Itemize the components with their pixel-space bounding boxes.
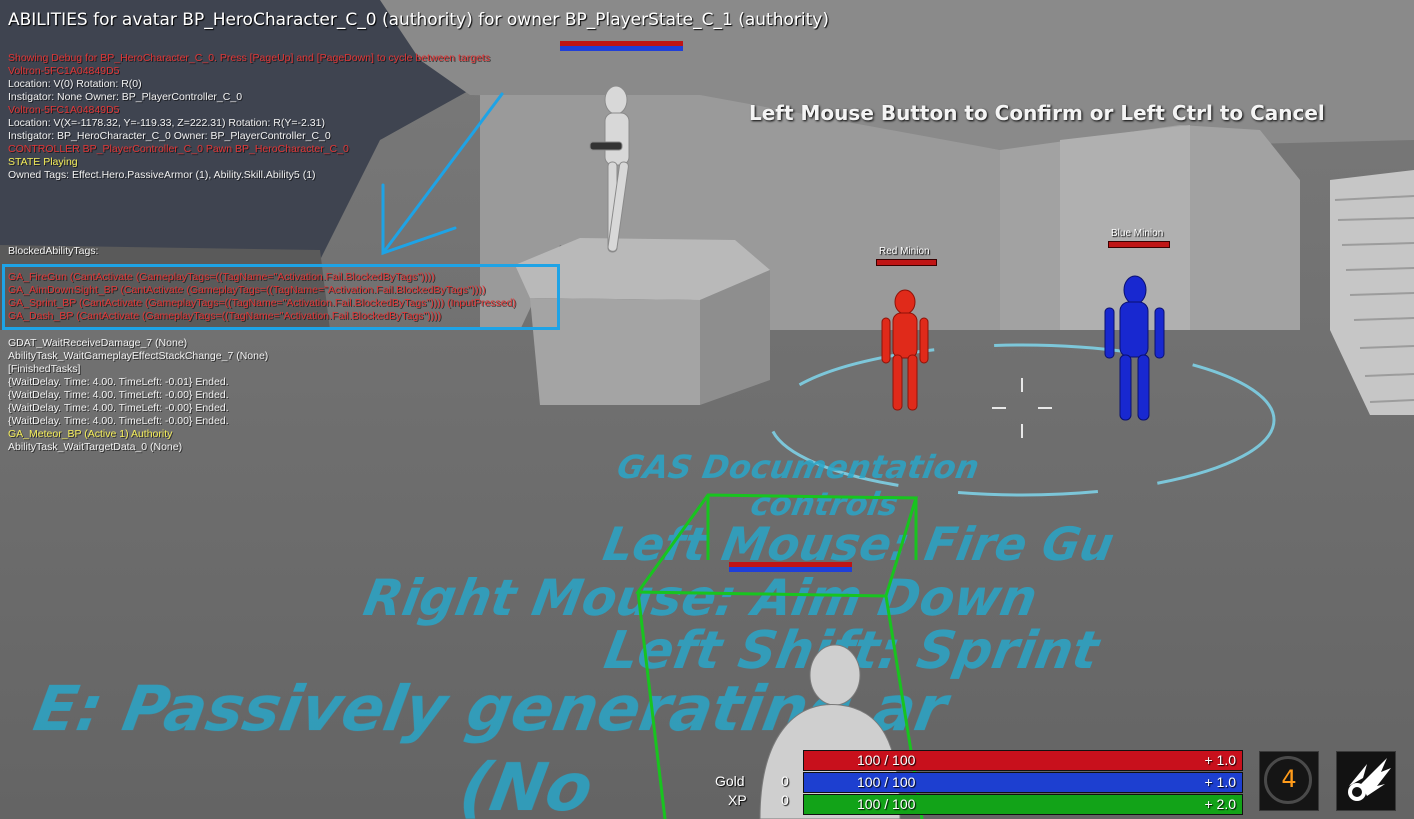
red-minion-health-bar	[876, 259, 937, 266]
ability-task-line: {WaitDelay. Time: 4.00. TimeLeft: -0.01}…	[8, 376, 229, 388]
blocked-abilities-list: GA_FireGun (CantActivate (GameplayTags=(…	[8, 271, 516, 323]
floor-text-3: Left Mouse: Fire Gu	[599, 517, 1118, 571]
stamina-regen: + 2.0	[1204, 796, 1236, 812]
floor-text-7: (No	[454, 748, 598, 819]
health-regen: + 1.0	[1204, 752, 1236, 768]
debug-line: CONTROLLER BP_PlayerController_C_0 Pawn …	[8, 143, 349, 155]
hero-overhead-bar	[560, 41, 683, 52]
debug-line: Voltron-5FC1A04849D5	[8, 65, 120, 77]
targeting-instruction: Left Mouse Button to Confirm or Left Ctr…	[749, 101, 1325, 125]
mana-value: 100 / 100	[857, 774, 916, 790]
floor-text-4: Right Mouse: Aim Down	[359, 568, 1041, 627]
debug-info-panel: Showing Debug for BP_HeroCharacter_C_0. …	[8, 52, 490, 182]
debug-line: STATE Playing	[8, 156, 78, 168]
game-viewport[interactable]: GAS Documentation controls Left Mouse: F…	[0, 0, 1414, 819]
ability-task-line: GA_Meteor_BP (Active 1) Authority	[8, 428, 173, 440]
debug-line: Voltron-5FC1A04849D5	[8, 104, 120, 116]
ability-task-line: {WaitDelay. Time: 4.00. TimeLeft: -0.00}…	[8, 389, 229, 401]
blocked-ability-line: GA_AimDownSight_BP (CantActivate (Gamepl…	[8, 284, 486, 296]
debug-line: Instigator: BP_HeroCharacter_C_0 Owner: …	[8, 130, 331, 142]
xp-value: 0	[781, 792, 789, 808]
red-minion-label: Red Minion	[879, 246, 930, 257]
gold-label: Gold	[715, 773, 745, 789]
blocked-ability-line: GA_Dash_BP (CantActivate (GameplayTags=(…	[8, 310, 442, 322]
ability-task-line: AbilityTask_WaitGameplayEffectStackChang…	[8, 350, 269, 362]
mana-regen: + 1.0	[1204, 774, 1236, 790]
blocked-ability-line: GA_Sprint_BP (CantActivate (GameplayTags…	[8, 297, 516, 309]
xp-label: XP	[728, 792, 747, 808]
debug-line: Location: V(0) Rotation: R(0)	[8, 78, 142, 90]
stamina-value: 100 / 100	[857, 796, 916, 812]
meteor-icon	[1348, 758, 1391, 801]
meteor-ability-slot[interactable]	[1336, 751, 1396, 811]
blocked-ability-line: GA_FireGun (CantActivate (GameplayTags=(…	[8, 271, 436, 283]
stamina-bar: 100 / 100 + 2.0	[803, 794, 1243, 815]
level-indicator: 4	[1259, 751, 1319, 811]
ability-tasks-list: GDAT_WaitReceiveDamage_7 (None) AbilityT…	[8, 337, 268, 454]
debug-line: Owned Tags: Effect.Hero.PassiveArmor (1)…	[8, 169, 316, 181]
blue-minion-label: Blue Minion	[1111, 228, 1164, 239]
blue-minion-health-bar	[1108, 241, 1170, 248]
debug-line: Showing Debug for BP_HeroCharacter_C_0. …	[8, 52, 491, 64]
health-value: 100 / 100	[857, 752, 916, 768]
floor-text-1: GAS Documentation	[614, 448, 982, 486]
ability-task-line: GDAT_WaitReceiveDamage_7 (None)	[8, 337, 188, 349]
debug-line: Location: V(X=-1178.32, Y=-119.33, Z=222…	[8, 117, 325, 129]
blocked-tags-header: BlockedAbilityTags:	[8, 245, 99, 257]
mana-bar: 100 / 100 + 1.0	[803, 772, 1243, 793]
attribute-bars: 100 / 100 + 1.0 100 / 100 + 1.0 100 / 10…	[803, 750, 1243, 816]
ability-task-line: {WaitDelay. Time: 4.00. TimeLeft: -0.00}…	[8, 402, 229, 414]
debug-line: Instigator: None Owner: BP_PlayerControl…	[8, 91, 243, 103]
ability-task-line: AbilityTask_WaitTargetData_0 (None)	[8, 441, 183, 453]
abilities-debug-title: ABILITIES for avatar BP_HeroCharacter_C_…	[8, 10, 829, 30]
ability-task-line: [FinishedTasks]	[8, 363, 81, 375]
ability-task-line: {WaitDelay. Time: 4.00. TimeLeft: -0.00}…	[8, 415, 229, 427]
gold-value: 0	[781, 773, 789, 789]
player-overhead-bar	[729, 562, 852, 573]
level-number: 4	[1281, 765, 1297, 793]
health-bar: 100 / 100 + 1.0	[803, 750, 1243, 771]
